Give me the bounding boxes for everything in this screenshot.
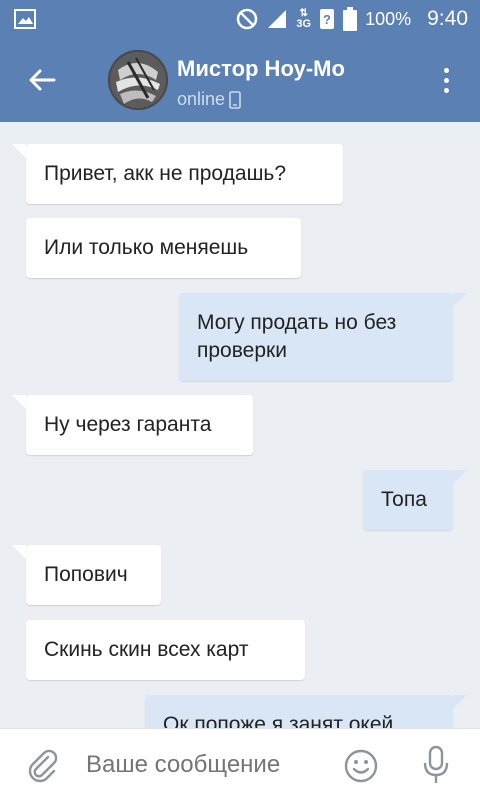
chat-header: Мистор Ноу-Мо online [0,38,480,122]
message-text: Могу продать но без проверки [197,311,397,362]
back-button[interactable] [22,60,62,100]
status-bar: ⇅ 3G ? 100% 9:40 [0,0,480,38]
paperclip-icon[interactable] [24,747,60,783]
message-bubble-incoming[interactable]: Или только меняешь [26,218,301,278]
bubble-tail [12,545,26,559]
do-not-disturb-icon [237,8,258,30]
more-dot [443,77,449,83]
message-input[interactable] [86,745,326,785]
avatar-image [108,50,168,110]
bubble-tail [12,395,26,409]
bubble-tail [12,144,26,158]
message-text: Или только меняешь [44,236,249,259]
message-composer [0,728,480,800]
message-text: Топа [381,488,427,511]
more-dot [443,67,449,73]
gallery-icon [14,9,36,29]
clock: 9:40 [427,7,468,30]
message-bubble-outgoing[interactable]: Топа [363,470,453,530]
message-text: Ну через гаранта [44,413,212,436]
arrow-left-icon [29,69,56,91]
message-bubble-incoming[interactable]: Скинь скин всех карт [26,620,305,680]
bubble-tail [453,293,467,307]
battery-percent: 100% [365,8,412,29]
message-bubble-outgoing[interactable]: Могу продать но без проверки [179,293,453,381]
network-type-icon: ⇅ 3G [296,8,312,30]
message-bubble-incoming[interactable]: Ну через гаранта [26,395,253,455]
message-bubble-outgoing[interactable]: Ок попоже я занят окей [145,695,453,728]
message-text: Привет, акк не продашь? [44,162,287,185]
message-bubble-incoming[interactable]: Привет, акк не продашь? [26,144,343,204]
online-status-label: online [177,89,226,109]
mobile-device-icon [229,90,241,109]
message-list[interactable]: Привет, акк не продашь? Или только меняе… [0,122,480,728]
online-status: online [177,89,241,110]
more-options-button[interactable] [434,62,458,98]
bubble-tail [453,470,467,484]
sim-unknown-icon: ? [320,9,335,29]
contact-name[interactable]: Мистор Ноу-Мо [177,56,345,82]
more-dot [443,87,449,93]
emoji-icon[interactable] [344,749,378,783]
message-text: Ок попоже я занят окей [163,713,394,728]
microphone-icon[interactable] [422,745,450,785]
message-bubble-incoming[interactable]: Попович [26,545,161,605]
message-text: Скинь скин всех карт [44,638,249,661]
battery-icon [343,7,358,31]
message-text: Попович [44,563,128,586]
bubble-tail [453,695,467,709]
svg-text:?: ? [323,12,331,27]
signal-icon [268,10,287,28]
avatar[interactable] [108,50,168,110]
